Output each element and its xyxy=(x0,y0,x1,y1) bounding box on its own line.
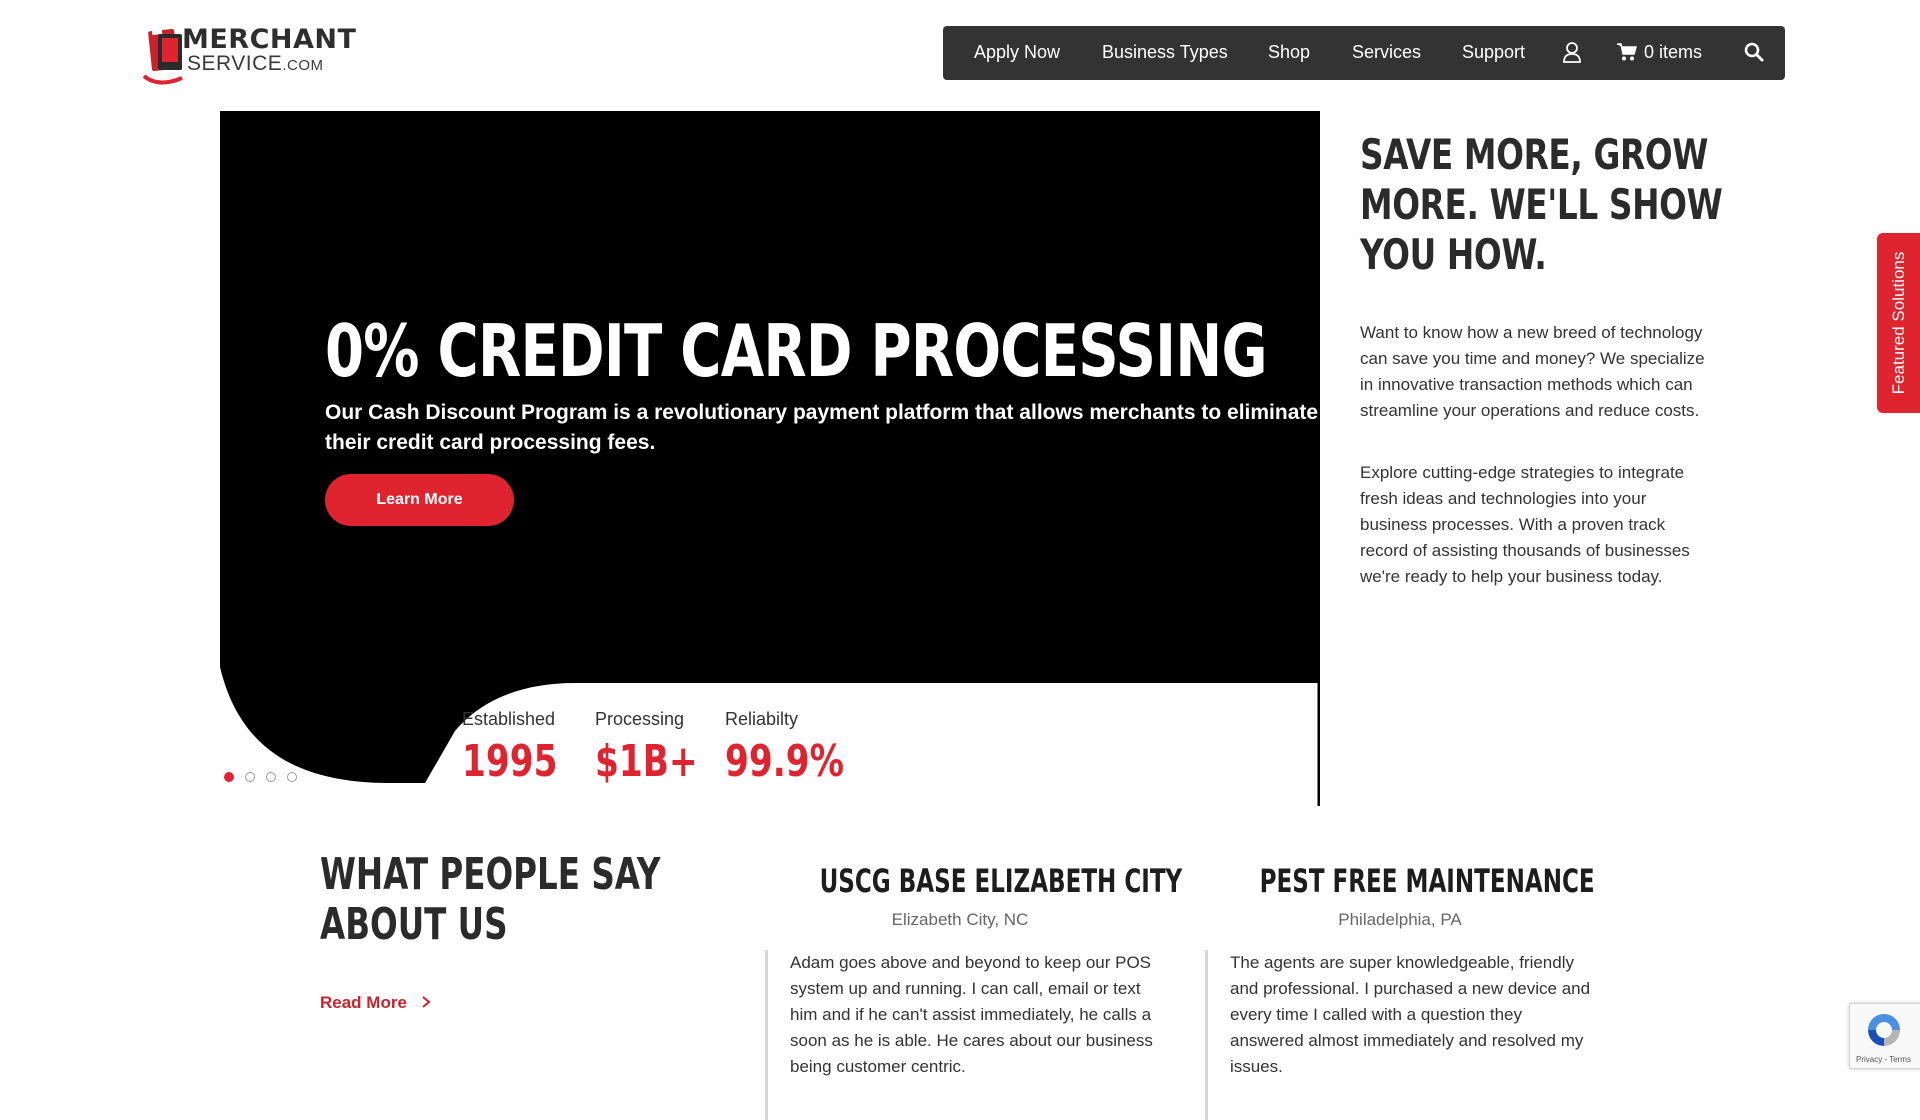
testimonial-quote: The agents are super knowledgeable, frie… xyxy=(1205,950,1600,1120)
featured-solutions-tab[interactable]: Featured Solutions xyxy=(1877,233,1920,413)
stat-label: Reliabilty xyxy=(725,709,799,729)
nav-shop[interactable]: Shop xyxy=(1268,42,1310,63)
testimonial-quote: Adam goes above and beyond to keep our P… xyxy=(765,950,1160,1120)
testimonials-title: WHAT PEOPLE SAY ABOUT US xyxy=(320,849,661,950)
slider-dots xyxy=(224,772,297,782)
main-nav: Apply Now Business Types Shop Services S… xyxy=(943,26,1785,80)
stat-label: Established xyxy=(462,709,556,729)
testimonial-location: Elizabeth City, NC xyxy=(891,910,1029,929)
read-more-link[interactable]: Read More xyxy=(320,993,432,1013)
recaptcha-icon xyxy=(1868,1014,1900,1046)
stat-established: Established 1995 xyxy=(462,709,584,787)
promo-title-line: MORE. WE'LL SHOW xyxy=(1360,180,1723,229)
logo-text-service: SERVICE.COM xyxy=(187,52,324,75)
testimonial-card: PEST FREE MAINTENANCE Philadelphia, PA T… xyxy=(1205,862,1595,1120)
stat-value: $1B+ xyxy=(595,736,698,787)
search-icon[interactable] xyxy=(1744,42,1764,67)
testimonials-title-line: WHAT PEOPLE SAY xyxy=(320,849,661,900)
nav-business-types[interactable]: Business Types xyxy=(1102,42,1228,63)
stat-value: 1995 xyxy=(462,736,558,787)
user-icon[interactable] xyxy=(1562,41,1582,68)
slider-dot-1[interactable] xyxy=(224,772,234,782)
testimonial-card: USCG BASE ELIZABETH CITY Elizabeth City,… xyxy=(765,862,1183,1120)
promo-paragraph-2: Explore cutting-edge strategies to integ… xyxy=(1360,463,1690,586)
slider-dot-2[interactable] xyxy=(245,772,255,782)
featured-solutions-label: Featured Solutions xyxy=(1888,251,1908,395)
stat-value: 99.9% xyxy=(725,736,845,787)
slider-dot-4[interactable] xyxy=(287,772,297,782)
nav-apply-now[interactable]: Apply Now xyxy=(974,42,1060,63)
hero-title: 0% CREDIT CARD PROCESSING xyxy=(325,309,1268,393)
promo-title-line: SAVE MORE, GROW xyxy=(1360,130,1709,179)
testimonial-name: USCG BASE ELIZABETH CITY xyxy=(819,862,1183,900)
hero-slider: 0% CREDIT CARD PROCESSING Our Cash Disco… xyxy=(220,111,1320,806)
recaptcha-terms[interactable]: Privacy - Terms xyxy=(1856,1055,1911,1064)
logo[interactable]: MERCHANT SERVICE.COM xyxy=(138,22,356,85)
stat-label: Processing xyxy=(595,709,685,729)
promo-title: SAVE MORE, GROW MORE. WE'LL SHOW YOU HOW… xyxy=(1360,130,1723,280)
recaptcha-badge[interactable]: Privacy - Terms xyxy=(1849,1003,1920,1069)
read-more-label: Read More xyxy=(320,993,407,1012)
hero-subtitle: Our Cash Discount Program is a revolutio… xyxy=(325,401,1319,454)
nav-services[interactable]: Services xyxy=(1352,42,1421,63)
testimonial-location: Philadelphia, PA xyxy=(1338,910,1462,929)
testimonials-title-line: ABOUT US xyxy=(320,899,508,950)
testimonial-name: PEST FREE MAINTENANCE xyxy=(1259,862,1595,900)
hero-background xyxy=(220,111,1320,806)
nav-support[interactable]: Support xyxy=(1462,42,1525,63)
stat-processing: Processing $1B+ xyxy=(595,709,727,787)
chevron-right-icon xyxy=(422,996,431,1008)
learn-more-button[interactable]: Learn More xyxy=(325,474,514,526)
cart-label[interactable]: 0 items xyxy=(1644,42,1702,63)
promo-title-line: YOU HOW. xyxy=(1360,230,1547,279)
mask xyxy=(440,706,462,736)
logo-text-merchant: MERCHANT xyxy=(182,24,357,55)
stat-reliability: Reliabilty 99.9% xyxy=(725,709,878,787)
promo-paragraph-1: Want to know how a new breed of technolo… xyxy=(1360,323,1705,420)
slider-dot-3[interactable] xyxy=(266,772,276,782)
cart-icon[interactable] xyxy=(1617,42,1637,67)
